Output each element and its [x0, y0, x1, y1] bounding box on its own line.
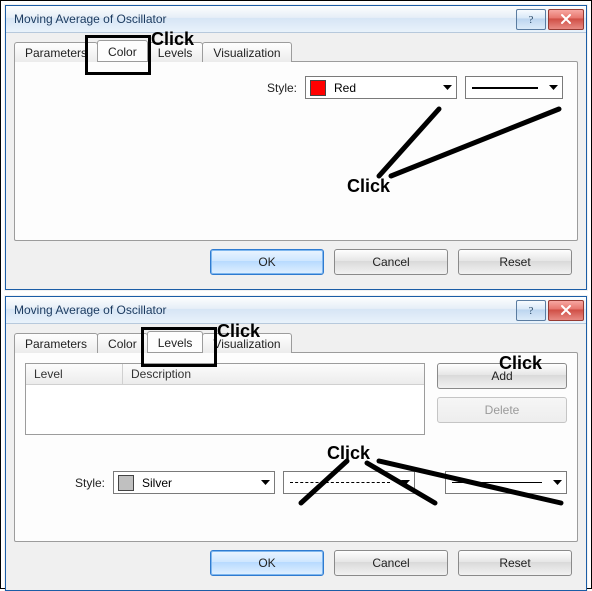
reset-button[interactable]: Reset: [458, 550, 572, 576]
dialog-levels: Moving Average of Oscillator ? Parameter…: [5, 296, 587, 591]
levels-list[interactable]: Level Description: [25, 363, 425, 435]
line-pattern-combo[interactable]: [283, 471, 415, 494]
titlebar[interactable]: Moving Average of Oscillator ?: [6, 297, 586, 324]
line-preview: [472, 87, 538, 89]
list-body[interactable]: [26, 385, 424, 434]
color-combo[interactable]: Silver: [113, 471, 275, 494]
chevron-down-icon: [396, 472, 414, 493]
color-swatch: [310, 80, 326, 96]
style-label: Style:: [75, 476, 105, 490]
line-preview: [452, 482, 542, 483]
style-label: Style:: [267, 81, 297, 95]
close-button[interactable]: [548, 300, 584, 321]
svg-text:?: ?: [529, 305, 534, 316]
close-button[interactable]: [548, 9, 584, 30]
tab-bar: Parameters Color Levels Visualization: [14, 39, 578, 61]
titlebar[interactable]: Moving Average of Oscillator ?: [6, 6, 586, 33]
tab-parameters[interactable]: Parameters: [14, 333, 98, 353]
chevron-down-icon: [256, 472, 274, 493]
line-preview: [290, 482, 390, 483]
tab-color[interactable]: Color: [97, 40, 148, 61]
color-combo[interactable]: Red: [305, 76, 457, 99]
color-swatch: [118, 475, 134, 491]
help-button[interactable]: ?: [516, 300, 546, 321]
ok-button[interactable]: OK: [210, 550, 324, 576]
tab-bar: Parameters Color Levels Visualization: [14, 330, 578, 352]
svg-text:?: ?: [529, 14, 534, 25]
col-description[interactable]: Description: [123, 364, 424, 384]
tab-levels[interactable]: Levels: [147, 331, 204, 352]
color-name: Silver: [138, 476, 256, 490]
chevron-down-icon: [544, 77, 562, 98]
tab-visualization[interactable]: Visualization: [202, 333, 291, 353]
tab-color[interactable]: Color: [97, 333, 148, 353]
cancel-button[interactable]: Cancel: [334, 550, 448, 576]
list-header: Level Description: [26, 364, 424, 385]
cancel-button[interactable]: Cancel: [334, 249, 448, 275]
reset-button[interactable]: Reset: [458, 249, 572, 275]
window-title: Moving Average of Oscillator: [14, 12, 167, 26]
tab-levels[interactable]: Levels: [147, 42, 204, 62]
line-width-combo[interactable]: [445, 471, 567, 494]
color-name: Red: [330, 81, 438, 95]
window-title: Moving Average of Oscillator: [14, 303, 167, 317]
help-button[interactable]: ?: [516, 9, 546, 30]
chevron-down-icon: [438, 77, 456, 98]
add-button[interactable]: Add: [437, 363, 567, 389]
tab-visualization[interactable]: Visualization: [202, 42, 291, 62]
dialog-color: Moving Average of Oscillator ? Parameter…: [5, 5, 587, 290]
chevron-down-icon: [548, 472, 566, 493]
col-level[interactable]: Level: [26, 364, 123, 384]
tab-parameters[interactable]: Parameters: [14, 42, 98, 62]
line-style-combo[interactable]: [465, 76, 563, 99]
delete-button: Delete: [437, 397, 567, 423]
ok-button[interactable]: OK: [210, 249, 324, 275]
